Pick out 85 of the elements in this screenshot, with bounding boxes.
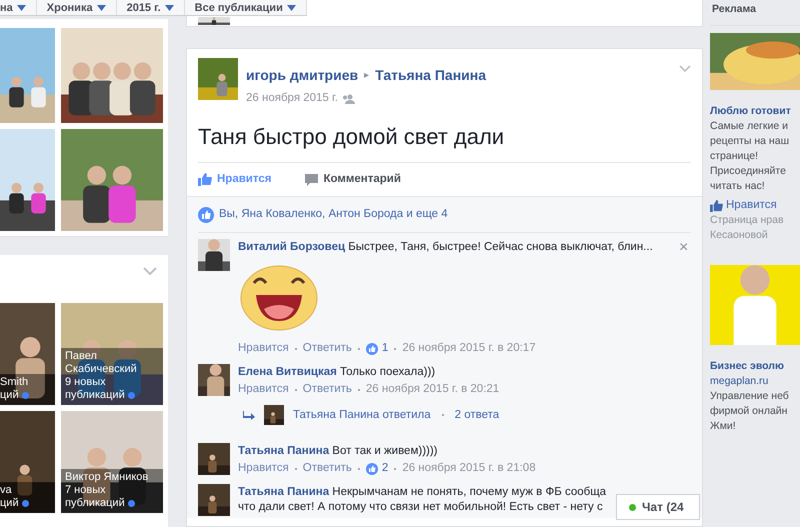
like-link[interactable]: Нравится: [238, 341, 289, 356]
caret-icon: [16, 4, 26, 10]
reply-arrow-icon: [243, 410, 255, 420]
post-count: 9 новых публикаций: [65, 376, 125, 401]
dot-icon: [128, 392, 135, 399]
likes-summary[interactable]: Вы, Яна Коваленко, Антон Борода и еще 4: [219, 206, 448, 224]
separator-dot: [394, 348, 396, 350]
post-count: 7 новых публикаций: [65, 484, 125, 509]
like-button[interactable]: Нравится: [198, 171, 272, 188]
caret-icon: [164, 4, 174, 10]
thumbs-up-icon: [710, 200, 723, 212]
comment-date[interactable]: 26 ноября 2015 г. в 21:08: [402, 461, 536, 476]
close-button[interactable]: ×: [679, 240, 688, 256]
chevron-down-icon[interactable]: [143, 267, 157, 276]
friend-tile[interactable]: Виктор Ямников 7 новых публикаций: [61, 411, 163, 513]
ad-text-line: Жми!: [710, 419, 737, 434]
dot-icon: [128, 500, 135, 507]
replies-count[interactable]: 2 ответа: [454, 406, 500, 424]
ad-title[interactable]: Бизнес эволю: [710, 359, 800, 374]
comment-text: Виталий Борзовец Быстрее, Таня, быстрее! Сейчас снова выключат, блин...: [238, 240, 654, 256]
target-link[interactable]: Татьяна Панина: [375, 65, 486, 86]
friend-name: va: [0, 484, 12, 496]
comment-icon: [305, 174, 318, 186]
comment-text: Татьяна Панина Вот так и живем))))): [238, 444, 439, 460]
author-link[interactable]: игорь дмитриев: [246, 65, 358, 86]
post-count: ций: [0, 389, 19, 401]
separator-dot: [294, 468, 297, 470]
separator-dot: [294, 388, 297, 391]
ad-title[interactable]: Люблю готовит: [710, 104, 800, 119]
filter-dropdown[interactable]: на: [0, 0, 37, 15]
filter-dropdown[interactable]: Все публикации: [184, 0, 307, 15]
ad-footer-line: Кесаоновой: [710, 228, 769, 243]
friend-name: Павел Скабичевский: [65, 350, 137, 375]
ad-site[interactable]: megaplan.ru: [710, 374, 800, 389]
comment-date[interactable]: 26 ноября 2015 г. в 20:21: [366, 382, 500, 398]
like-reaction-icon: [198, 206, 214, 223]
ad-text-line: странице!: [710, 149, 760, 164]
like-reaction-icon: [366, 462, 378, 475]
post-date[interactable]: 26 ноября 2015 г.: [246, 90, 338, 108]
separator-dot: [358, 388, 360, 391]
ad-footer-line: Страница нрав: [710, 213, 785, 228]
separator-dot: [358, 348, 360, 350]
separator-dot: [358, 468, 360, 470]
dot-icon: [22, 500, 29, 507]
comment-date[interactable]: 26 ноября 2015 г. в 20:17: [402, 341, 536, 356]
ad-text-line: Присоединяйте: [710, 164, 787, 179]
ad-text-line: Самые легкие и: [710, 119, 789, 134]
filter-dropdown[interactable]: 2015 г.: [116, 0, 185, 15]
chat-tab[interactable]: Чат (24: [616, 494, 700, 520]
dot-icon: [22, 392, 29, 399]
like-reaction-icon: [366, 342, 378, 355]
separator-dot: [394, 468, 396, 470]
post-count: ций: [0, 497, 19, 509]
friend-name: Виктор Ямников: [65, 471, 148, 483]
caret-icon: [96, 4, 106, 10]
like-link[interactable]: Нравится: [238, 382, 289, 398]
comment-button[interactable]: Комментарий: [305, 171, 401, 188]
friend-name: Smith: [0, 376, 28, 388]
reply-link[interactable]: Ответить: [302, 341, 352, 356]
reaction-count: 1: [382, 341, 388, 356]
reply-link[interactable]: Ответить: [302, 461, 352, 476]
chevron-down-icon[interactable]: [679, 65, 691, 73]
caret-icon: [286, 4, 296, 10]
comment-text: Елена Витвицкая Только поехала))): [238, 365, 436, 380]
online-dot-icon: [629, 504, 636, 510]
friend-tile[interactable]: va ций: [0, 411, 55, 513]
comment-text: Татьяна Панина Некрымчанам не понять, почему муж в ФБ сообща что дали свет! А потому что связи нет мобильной! Есть свет - нету с: [238, 485, 608, 516]
ad-text-line: рецепты на наш: [710, 134, 790, 149]
like-link[interactable]: Нравится: [238, 461, 289, 476]
reply-link[interactable]: Ответить: [302, 382, 352, 398]
ad-text-line: Управление неб: [710, 389, 790, 404]
like-button[interactable]: Нравится: [710, 198, 777, 213]
separator-dot: [442, 414, 444, 416]
filter-dropdown[interactable]: Хроника: [36, 0, 117, 15]
arrow-glyph: ▸: [364, 69, 370, 83]
reaction-count: 2: [382, 461, 388, 476]
replies-link[interactable]: Татьяна Панина ответила: [293, 406, 431, 424]
thumbs-up-icon: [198, 173, 212, 186]
friends-icon: [341, 94, 357, 104]
separator-dot: [294, 348, 297, 350]
post-text: Таня быстро домой свет дали: [197, 123, 506, 152]
ad-text-line: читать нас!: [710, 179, 766, 194]
ads-heading: Реклама: [710, 0, 800, 26]
friend-tile[interactable]: Smith ций: [0, 303, 55, 405]
ad-text-line: фирмой онлайн: [710, 404, 788, 419]
